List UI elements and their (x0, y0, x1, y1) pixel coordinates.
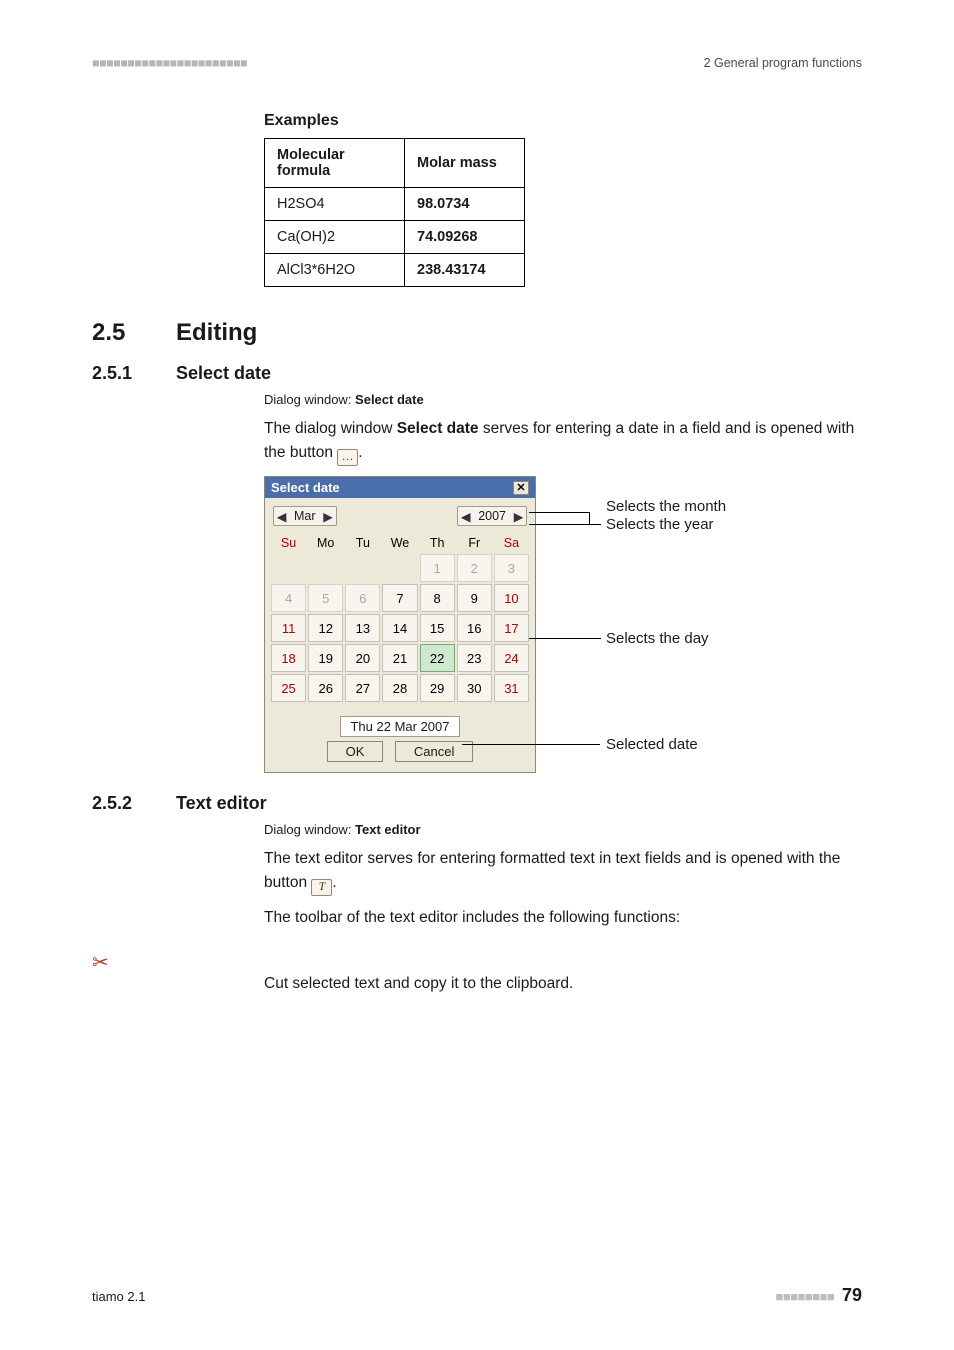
table-row: H2SO4 98.0734 (265, 188, 525, 221)
footer-product: tiamo 2.1 (92, 1289, 145, 1304)
col-formula: Molecular formula (265, 139, 405, 188)
calendar-day[interactable]: 20 (345, 644, 380, 672)
calendar-day[interactable]: 30 (457, 674, 492, 702)
annot-year: Selects the year (606, 516, 714, 533)
calendar-day[interactable]: 31 (494, 674, 529, 702)
calendar-day[interactable]: 21 (382, 644, 417, 672)
subsection-title: Text editor (176, 793, 267, 813)
year-selector[interactable]: ◀ 2007 ▶ (457, 506, 527, 526)
calendar-day[interactable]: 3 (494, 554, 529, 582)
formula-cell: H2SO4 (265, 188, 405, 221)
calendar-day[interactable]: 17 (494, 614, 529, 642)
dow-header: Su (271, 536, 306, 552)
section-number: 2.5 (92, 319, 176, 347)
calendar-day[interactable]: 26 (308, 674, 343, 702)
calendar-day[interactable]: 7 (382, 584, 417, 612)
col-mass: Molar mass (405, 139, 525, 188)
calendar-grid: SuMoTuWeThFrSa 1234567891011121314151617… (269, 534, 531, 704)
calendar-day[interactable]: 22 (420, 644, 455, 672)
cut-description: Cut selected text and copy it to the cli… (264, 972, 862, 996)
mass-cell: 74.09268 (405, 221, 525, 254)
subsection-text-editor: 2.5.2Text editor (92, 793, 862, 814)
calendar-day[interactable]: 28 (382, 674, 417, 702)
examples-heading: Examples (264, 112, 862, 130)
dow-header: Tu (345, 536, 380, 552)
calendar-day[interactable]: 14 (382, 614, 417, 642)
text-editor-intro: The text editor serves for entering form… (264, 847, 862, 896)
calendar-day[interactable]: 13 (345, 614, 380, 642)
dialog-window-line: Dialog window: Select date (264, 392, 862, 407)
calendar-day (271, 554, 306, 582)
annot-seldate: Selected date (606, 736, 698, 753)
calendar-day[interactable]: 12 (308, 614, 343, 642)
dow-header: Th (420, 536, 455, 552)
annot-month: Selects the month (606, 498, 726, 515)
selected-date-display: Thu 22 Mar 2007 (340, 716, 460, 737)
calendar-day[interactable]: 6 (345, 584, 380, 612)
ok-button[interactable]: OK (327, 741, 384, 762)
calendar-day[interactable]: 2 (457, 554, 492, 582)
dow-header: Sa (494, 536, 529, 552)
table-row: AlCl3*6H2O 238.43174 (265, 254, 525, 287)
subsection-select-date: 2.5.1Select date (92, 363, 862, 384)
cut-icon: ✂ (92, 950, 264, 975)
dow-header: We (382, 536, 417, 552)
calendar-day[interactable]: 15 (420, 614, 455, 642)
select-date-dialog: Select date ✕ ◀ Mar ▶ ◀ 2007 (264, 476, 536, 773)
dialog-title: Select date (271, 480, 340, 495)
mass-cell: 238.43174 (405, 254, 525, 287)
year-label: 2007 (473, 507, 511, 525)
header-chapter: 2 General program functions (704, 56, 862, 70)
subsection-title: Select date (176, 363, 271, 383)
calendar-day[interactable]: 8 (420, 584, 455, 612)
footer-marks: ■■■■■■■■ (776, 1289, 835, 1304)
ellipsis-button-icon: … (337, 449, 358, 466)
calendar-day[interactable]: 19 (308, 644, 343, 672)
molar-table: Molecular formula Molar mass H2SO4 98.07… (264, 138, 525, 287)
formula-cell: AlCl3*6H2O (265, 254, 405, 287)
mass-cell: 98.0734 (405, 188, 525, 221)
calendar-day[interactable]: 23 (457, 644, 492, 672)
calendar-day[interactable]: 4 (271, 584, 306, 612)
table-row: Ca(OH)2 74.09268 (265, 221, 525, 254)
subsection-number: 2.5.2 (92, 793, 176, 814)
calendar-day (345, 554, 380, 582)
month-selector[interactable]: ◀ Mar ▶ (273, 506, 337, 526)
prev-month-icon[interactable]: ◀ (274, 509, 289, 524)
calendar-day (382, 554, 417, 582)
toolbar-intro: The toolbar of the text editor includes … (264, 906, 862, 930)
dow-header: Fr (457, 536, 492, 552)
dialog-window-line: Dialog window: Text editor (264, 822, 862, 837)
calendar-day[interactable]: 24 (494, 644, 529, 672)
page-number: 79 (842, 1285, 862, 1305)
calendar-day[interactable]: 5 (308, 584, 343, 612)
calendar-day[interactable]: 11 (271, 614, 306, 642)
header-marks: ■■■■■■■■■■■■■■■■■■■■■■ (92, 56, 247, 70)
calendar-day[interactable]: 10 (494, 584, 529, 612)
dow-header: Mo (308, 536, 343, 552)
calendar-day (308, 554, 343, 582)
next-month-icon[interactable]: ▶ (321, 509, 336, 524)
calendar-day[interactable]: 16 (457, 614, 492, 642)
annot-day: Selects the day (606, 630, 709, 647)
calendar-day[interactable]: 1 (420, 554, 455, 582)
text-editor-button-icon: T (311, 879, 332, 896)
calendar-day[interactable]: 18 (271, 644, 306, 672)
subsection-number: 2.5.1 (92, 363, 176, 384)
close-icon[interactable]: ✕ (513, 481, 529, 495)
section-editing: 2.5Editing (92, 319, 862, 347)
section-title: Editing (176, 319, 257, 346)
next-year-icon[interactable]: ▶ (511, 509, 526, 524)
select-date-intro: The dialog window Select date serves for… (264, 417, 862, 466)
calendar-day[interactable]: 25 (271, 674, 306, 702)
calendar-day[interactable]: 27 (345, 674, 380, 702)
prev-year-icon[interactable]: ◀ (458, 509, 473, 524)
calendar-day[interactable]: 9 (457, 584, 492, 612)
formula-cell: Ca(OH)2 (265, 221, 405, 254)
calendar-day[interactable]: 29 (420, 674, 455, 702)
month-label: Mar (289, 507, 321, 525)
